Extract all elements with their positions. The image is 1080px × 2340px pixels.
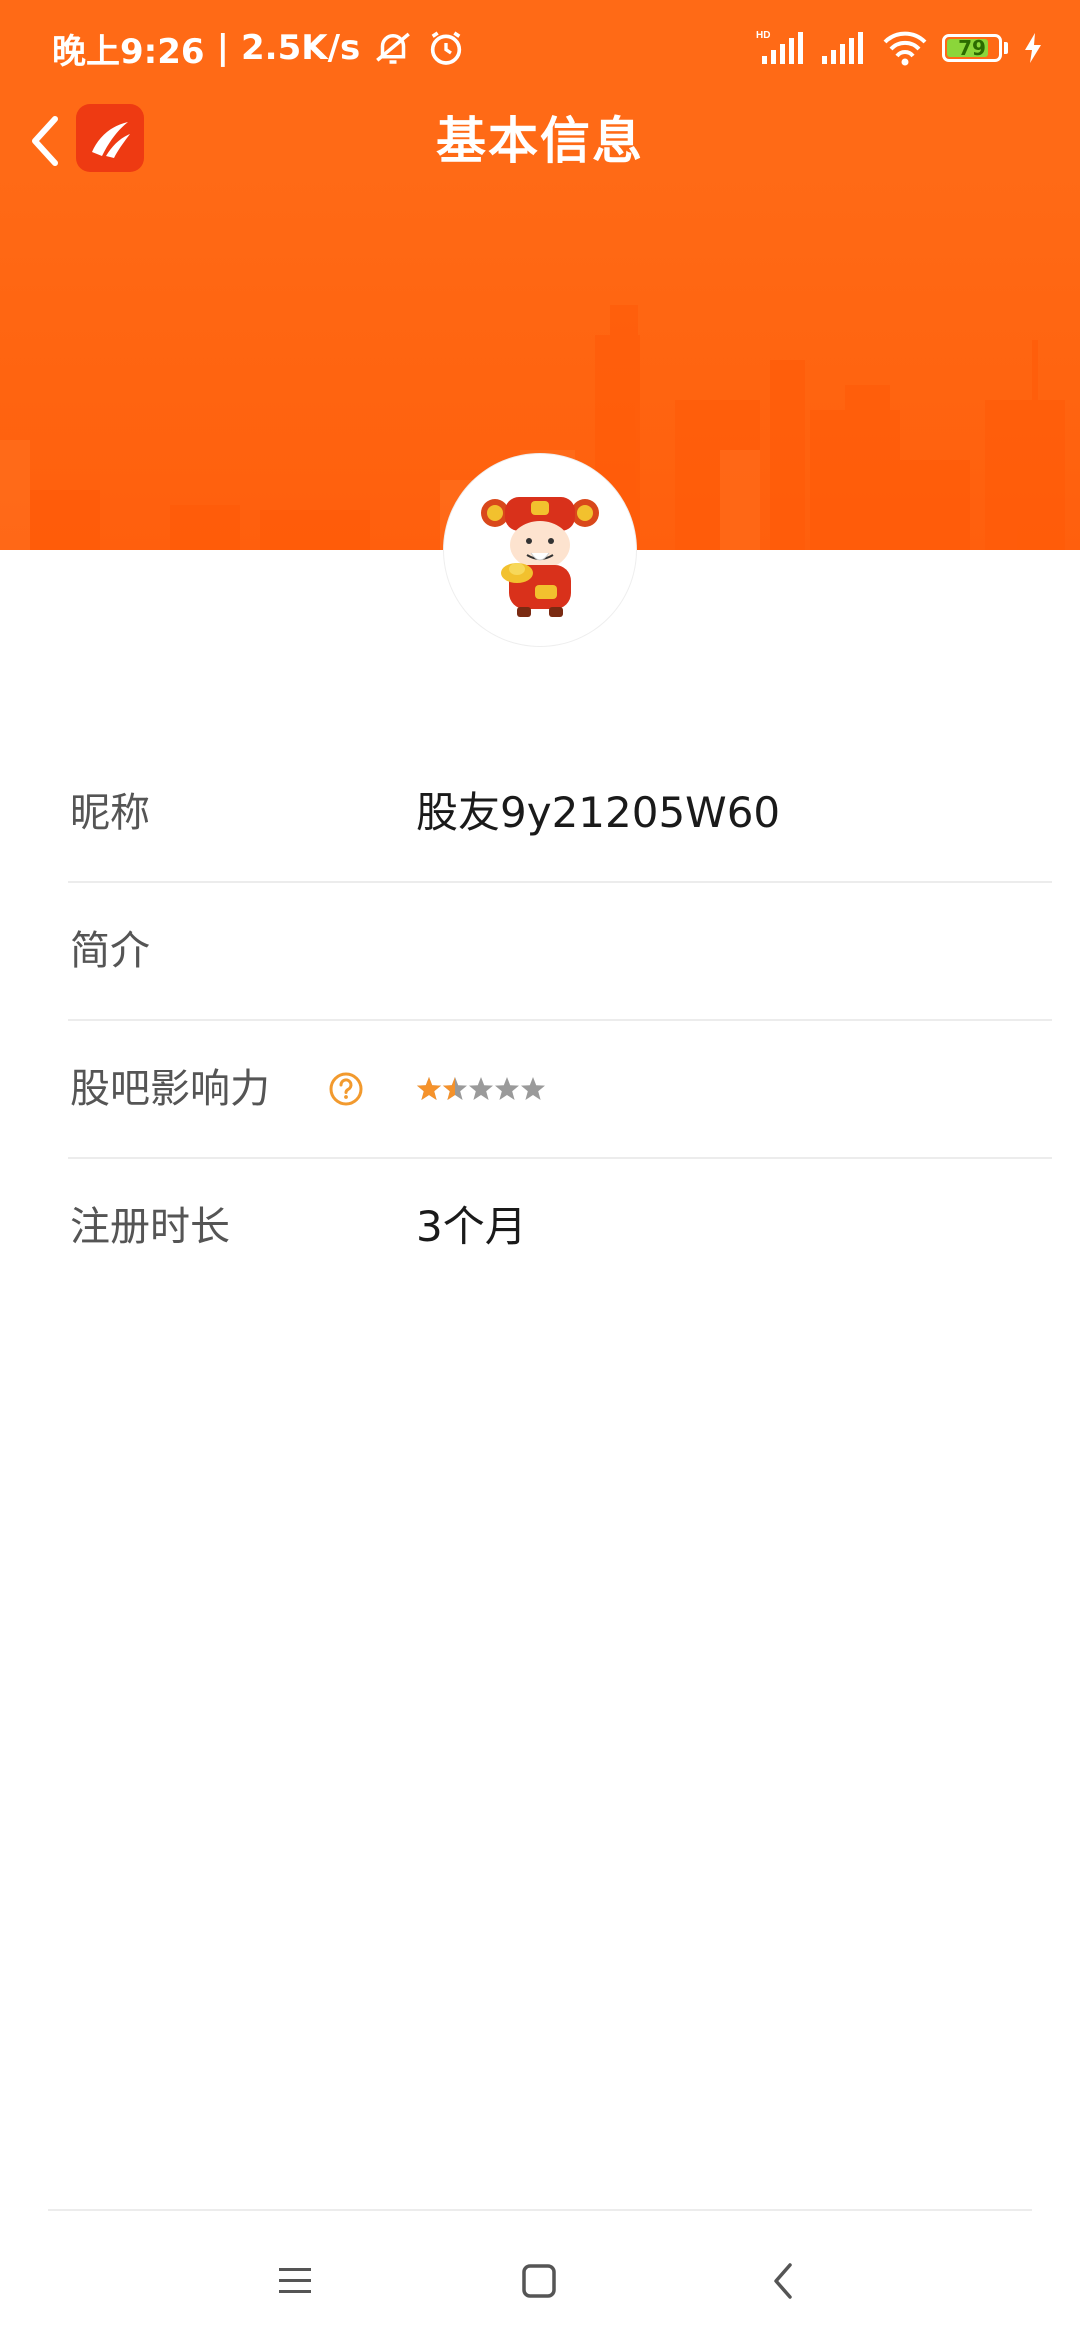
status-bar: 晚上9:26 | 2.5K/s HD 79 [0, 0, 1080, 96]
profile-info-list: 昵称 股友9y21205W60 简介 股吧影响力 注册时长 3个月 [68, 745, 1052, 1297]
alarm-icon [431, 31, 462, 65]
info-row-bio[interactable]: 简介 [68, 883, 1052, 1021]
wifi-icon [883, 31, 927, 66]
menu-button[interactable] [270, 2256, 320, 2306]
rating-star-icon [443, 1077, 467, 1100]
app-logo-icon[interactable] [76, 104, 144, 172]
bottom-divider [48, 2209, 1032, 2211]
info-row-influence[interactable]: 股吧影响力 [68, 1021, 1052, 1159]
signal-hd-label: HD [756, 30, 770, 41]
status-network-speed: 2.5K/s [241, 28, 361, 68]
home-square-icon [522, 2264, 556, 2298]
info-row-nickname[interactable]: 昵称 股友9y21205W60 [68, 745, 1052, 883]
battery-cap [1004, 42, 1008, 54]
chevron-left-icon [32, 116, 58, 166]
battery-level: 79 [958, 36, 986, 60]
menu-icon [279, 2268, 311, 2293]
signal-icon-2 [822, 32, 863, 64]
signal-icon: HD [756, 30, 803, 64]
rating-star-icon [521, 1077, 545, 1100]
app-logo-mark [92, 122, 130, 158]
system-back-button[interactable] [758, 2256, 808, 2306]
status-right: HD 79 [756, 24, 1044, 72]
register-duration-label: 注册时长 [70, 1204, 230, 1250]
battery-icon: 79 [942, 34, 1002, 62]
nav-bar: 基本信息 [0, 96, 1080, 186]
info-row-register-duration[interactable]: 注册时长 3个月 [68, 1159, 1052, 1297]
mute-bell-icon [376, 32, 411, 64]
register-duration-value: 3个月 [416, 1202, 527, 1251]
avatar[interactable] [444, 454, 636, 646]
status-time: 晚上9:26 [52, 31, 205, 72]
nickname-label: 昵称 [70, 790, 150, 836]
home-button[interactable] [514, 2256, 564, 2306]
caishen-avatar-icon [481, 497, 599, 617]
rating-star-icon [417, 1077, 441, 1100]
nickname-value: 股友9y21205W60 [416, 788, 781, 837]
charging-icon [1025, 33, 1041, 63]
bio-label: 简介 [70, 928, 150, 974]
back-triangle-icon [774, 2263, 792, 2299]
influence-label: 股吧影响力 [70, 1066, 270, 1112]
question-circle-icon[interactable] [328, 1071, 364, 1107]
back-button[interactable] [20, 110, 70, 172]
app-screen: 晚上9:26 | 2.5K/s HD 79 基本信息 昵称 股友9y21205W… [0, 0, 1080, 2340]
system-nav-bar [0, 2212, 1080, 2340]
page-title: 基本信息 [436, 112, 644, 170]
influence-rating [416, 1069, 546, 1109]
rating-star-icon [469, 1077, 493, 1100]
status-separator: | [216, 28, 229, 68]
status-left: 晚上9:26 | 2.5K/s [52, 24, 466, 72]
rating-star-icon [495, 1077, 519, 1100]
